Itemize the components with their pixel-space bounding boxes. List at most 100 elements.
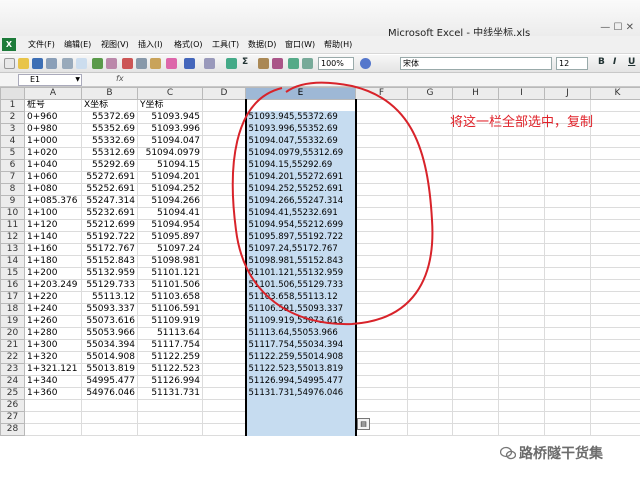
cell-j[interactable] (544, 399, 591, 412)
column-header-k[interactable]: K (590, 87, 640, 100)
cell-c[interactable]: 51106.591 (137, 303, 203, 316)
cell-b[interactable]: 55232.691 (81, 207, 138, 220)
cell-a[interactable]: 1+180 (24, 255, 82, 268)
cell-h[interactable] (452, 315, 499, 328)
cell-b[interactable]: 55132.959 (81, 267, 138, 280)
cell-k[interactable] (590, 315, 640, 328)
cell-g[interactable] (407, 99, 453, 112)
cell-i[interactable] (498, 315, 545, 328)
cell-i[interactable] (498, 183, 545, 196)
column-header-g[interactable]: G (407, 87, 453, 100)
cell-b[interactable]: 55192.722 (81, 231, 138, 244)
cell-b[interactable]: 55292.69 (81, 159, 138, 172)
menu-data[interactable]: 数据(D) (248, 39, 276, 50)
cell-e[interactable]: 51098.981,55152.843 (244, 255, 357, 268)
cell-f[interactable] (355, 303, 408, 316)
cell-b[interactable]: 55129.733 (81, 279, 138, 292)
cell-e[interactable]: 51101.506,55129.733 (244, 279, 357, 292)
cell-e[interactable]: 51095.897,55192.722 (244, 231, 357, 244)
cell-a[interactable]: 1+240 (24, 303, 82, 316)
row-header[interactable]: 24 (0, 375, 25, 388)
sort-descending-icon[interactable] (272, 58, 283, 69)
cell-h[interactable] (452, 363, 499, 376)
research-icon[interactable] (106, 58, 117, 69)
cell-b[interactable]: 55152.843 (81, 255, 138, 268)
cell-a[interactable]: 1+000 (24, 135, 82, 148)
cell-a[interactable]: 1+260 (24, 315, 82, 328)
cell-c[interactable]: 51113.64 (137, 327, 203, 340)
cell-i[interactable] (498, 351, 545, 364)
format-painter-icon[interactable] (166, 58, 177, 69)
cell-k[interactable] (590, 231, 640, 244)
cell-k[interactable] (590, 195, 640, 208)
cell-k[interactable] (590, 279, 640, 292)
cell-d[interactable] (202, 351, 246, 364)
cell-d[interactable] (202, 171, 246, 184)
cell-f[interactable] (355, 387, 408, 400)
column-header-a[interactable]: A (24, 87, 82, 100)
cell-a[interactable]: 1+320 (24, 351, 82, 364)
cell-a[interactable]: 1+203.249 (24, 279, 82, 292)
cell-h[interactable] (452, 99, 499, 112)
menu-file[interactable]: 文件(F) (28, 39, 55, 50)
cell-g[interactable] (407, 375, 453, 388)
cell-i[interactable] (498, 423, 545, 436)
cell-g[interactable] (407, 291, 453, 304)
row-header[interactable]: 15 (0, 267, 25, 280)
cell-h[interactable] (452, 387, 499, 400)
cell-h[interactable] (452, 159, 499, 172)
column-header-i[interactable]: I (498, 87, 545, 100)
cell-d[interactable] (202, 111, 246, 124)
cell-a[interactable]: 1+120 (24, 219, 82, 232)
bold-button[interactable]: B (598, 57, 605, 67)
cell-j[interactable] (544, 159, 591, 172)
cell-k[interactable] (590, 399, 640, 412)
cell-e[interactable]: 51101.121,55132.959 (244, 267, 357, 280)
cell-d[interactable] (202, 423, 246, 436)
cell-i[interactable] (498, 279, 545, 292)
cell-h[interactable] (452, 135, 499, 148)
cell-g[interactable] (407, 267, 453, 280)
cell-h[interactable] (452, 183, 499, 196)
cell-b[interactable]: 55332.69 (81, 135, 138, 148)
cell-d[interactable] (202, 243, 246, 256)
cell-k[interactable] (590, 183, 640, 196)
cell-g[interactable] (407, 219, 453, 232)
cell-g[interactable] (407, 339, 453, 352)
cell-g[interactable] (407, 315, 453, 328)
cell-k[interactable] (590, 351, 640, 364)
cell-i[interactable] (498, 363, 545, 376)
cell-i[interactable] (498, 255, 545, 268)
cell-a[interactable]: 1+321.121 (24, 363, 82, 376)
column-header-j[interactable]: J (544, 87, 591, 100)
new-file-icon[interactable] (4, 58, 15, 69)
cell-d[interactable] (202, 339, 246, 352)
cell-g[interactable] (407, 387, 453, 400)
column-header-b[interactable]: B (81, 87, 138, 100)
cell-d[interactable] (202, 147, 246, 160)
cell-i[interactable] (498, 207, 545, 220)
cell-g[interactable] (407, 327, 453, 340)
cell-a[interactable]: 1+340 (24, 375, 82, 388)
cell-h[interactable] (452, 291, 499, 304)
cell-c[interactable]: 51094.15 (137, 159, 203, 172)
cell-i[interactable] (498, 135, 545, 148)
cell-e[interactable] (244, 411, 357, 424)
cell-e[interactable]: 51106.591,55093.337 (244, 303, 357, 316)
cell-j[interactable] (544, 267, 591, 280)
help-icon[interactable] (360, 58, 371, 69)
cell-g[interactable] (407, 399, 453, 412)
cell-k[interactable] (590, 363, 640, 376)
cell-k[interactable] (590, 303, 640, 316)
row-header[interactable]: 9 (0, 195, 25, 208)
cell-b[interactable]: 55013.819 (81, 363, 138, 376)
cell-i[interactable] (498, 411, 545, 424)
row-header[interactable]: 10 (0, 207, 25, 220)
cell-j[interactable] (544, 291, 591, 304)
cell-f[interactable] (355, 111, 408, 124)
cell-c[interactable]: 51101.121 (137, 267, 203, 280)
cell-a[interactable]: 0+980 (24, 123, 82, 136)
cell-d[interactable] (202, 279, 246, 292)
cell-j[interactable] (544, 135, 591, 148)
row-header[interactable]: 23 (0, 363, 25, 376)
